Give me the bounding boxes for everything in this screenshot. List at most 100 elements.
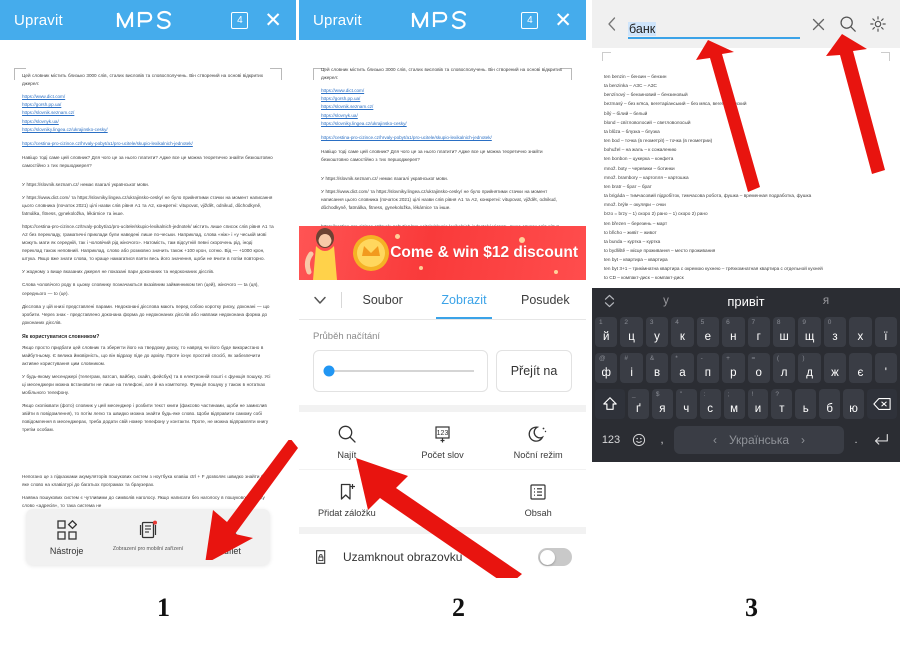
search-input[interactable]: банк xyxy=(628,9,800,39)
space-right-chevron[interactable]: › xyxy=(801,433,805,447)
key-в[interactable]: & в xyxy=(645,353,669,383)
dictionary-document[interactable]: ten benzin – бензин – бензин ta benzinka … xyxy=(592,48,900,288)
promo-banner[interactable]: Come & win $12 discount xyxy=(299,226,586,280)
doc-link[interactable]: https://slovnyk.ua/ xyxy=(22,118,274,126)
action-label: Obsah xyxy=(524,508,552,518)
close-icon-1[interactable]: ✕ xyxy=(264,10,282,31)
expand-suggestions-button[interactable] xyxy=(592,294,626,308)
tab-zobrazit[interactable]: Zobrazit xyxy=(423,280,504,319)
suggestion-3[interactable]: я xyxy=(786,295,866,307)
key-ю[interactable]: ю xyxy=(843,389,865,419)
doc-link[interactable]: https://www.dict.com/ xyxy=(321,87,564,95)
doc-link[interactable]: https://gorsh.pp.ua/ xyxy=(22,101,274,109)
key-ф[interactable]: @ ф xyxy=(594,353,618,383)
shift-key[interactable] xyxy=(594,389,625,419)
key-е[interactable]: 5е xyxy=(696,317,720,347)
key-я[interactable]: $ я xyxy=(651,389,673,419)
toolbar-item-label: Sdílet xyxy=(217,546,241,556)
slider-track xyxy=(323,365,474,377)
key-з[interactable]: 0з xyxy=(823,317,847,347)
key-ц[interactable]: 2ц xyxy=(620,317,643,347)
lock-screen-toggle[interactable] xyxy=(538,548,572,566)
tab-posudek[interactable]: Posudek xyxy=(505,280,586,319)
key-ь[interactable]: ь xyxy=(795,389,817,419)
document-view-1[interactable]: Цей словник містить близько 3000 слів, с… xyxy=(0,40,296,578)
action-obsah[interactable]: Obsah xyxy=(490,481,586,518)
key-ч[interactable]: " ч xyxy=(675,389,697,419)
doc-link[interactable]: https://slovnyk.ua/ xyxy=(321,112,564,120)
key-label: ф xyxy=(601,367,611,379)
key-п[interactable]: -п xyxy=(696,353,720,383)
key-г[interactable]: 7г xyxy=(747,317,770,347)
key-ї[interactable]: ї xyxy=(874,317,898,347)
key-о[interactable]: = о xyxy=(747,353,770,383)
key-ж[interactable]: ж xyxy=(823,353,847,383)
action-pocet-slov[interactable]: 123 Počet slov xyxy=(395,423,491,460)
doc-link[interactable]: https://gorsh.pp.ua/ xyxy=(321,95,564,103)
period-key[interactable]: . xyxy=(848,434,864,446)
space-left-chevron[interactable]: ‹ xyxy=(713,433,717,447)
goto-button[interactable]: Přejít na xyxy=(496,350,572,392)
numbers-key[interactable]: 123 xyxy=(598,434,624,446)
key-б[interactable]: б xyxy=(819,389,841,419)
key-у[interactable]: 3у xyxy=(645,317,669,347)
doc-link[interactable]: https://slovnik.seznam.cz/ xyxy=(321,103,564,111)
tab-count-badge-2[interactable]: 4 xyxy=(521,11,539,29)
enter-key[interactable] xyxy=(868,432,894,448)
toolbar-item-tools[interactable]: Nástroje xyxy=(26,520,107,556)
key-secondary-label: 9 xyxy=(802,319,806,326)
suggestion-1[interactable]: у xyxy=(626,295,706,307)
key-ґ[interactable]: _ ґ xyxy=(627,389,649,419)
key-н[interactable]: 6н xyxy=(722,317,745,347)
comma-key[interactable]: , xyxy=(654,434,670,446)
slider-knob[interactable] xyxy=(323,365,335,377)
doc-link[interactable]: https://cestina-pro-cizince.cz/hrvaly-po… xyxy=(22,140,274,148)
toolbar-item-mobile-view[interactable]: Zobrazení pro mobilní zařízení xyxy=(107,520,188,556)
emoji-key[interactable] xyxy=(628,433,650,447)
back-button[interactable] xyxy=(602,16,622,32)
doc-link[interactable]: https://cestina-pro-cizince.cz/hrvaly-po… xyxy=(321,134,564,142)
key-х[interactable]: х xyxy=(849,317,872,347)
toolbar-item-share[interactable]: Sdílet xyxy=(189,520,270,556)
document-view-2[interactable]: Upravit Цей словник містить близько 3000… xyxy=(299,40,586,269)
key-щ[interactable]: 9щ xyxy=(798,317,821,347)
backspace-key[interactable] xyxy=(867,389,898,419)
doc-link[interactable]: https://slovniky.lingea.cz/ukrajinsko-ce… xyxy=(22,126,274,134)
promo-coin-icon xyxy=(353,235,389,271)
lock-screen-row[interactable]: Uzamknout obrazovku xyxy=(299,534,586,578)
key-т[interactable]: ? т xyxy=(771,389,793,419)
key-є[interactable]: є xyxy=(849,353,872,383)
key-с[interactable]: :с xyxy=(699,389,721,419)
settings-button[interactable] xyxy=(866,15,890,33)
doc-link[interactable]: https://slovniky.lingea.cz/ukrajinsko-ce… xyxy=(321,120,564,128)
key-к[interactable]: 4к xyxy=(671,317,694,347)
key-ш[interactable]: 8ш xyxy=(772,317,796,347)
key-л[interactable]: (л xyxy=(772,353,796,383)
doc-intro-paragraph: Цей словник містить близько 3000 слів, с… xyxy=(22,73,264,87)
key-'[interactable]: ' xyxy=(874,353,898,383)
doc-paragraph: Навіщо тоді саме цей словник? Для чого ц… xyxy=(22,155,273,169)
key-і[interactable]: # і xyxy=(620,353,643,383)
edit-button-2[interactable]: Upravit xyxy=(313,12,362,29)
edit-button-1[interactable]: Upravit xyxy=(14,12,63,29)
key-д[interactable]: ) д xyxy=(798,353,821,383)
doc-link[interactable]: https://www.dict.com/ xyxy=(22,93,274,101)
key-и[interactable]: ! и xyxy=(747,389,769,419)
key-й[interactable]: 1й xyxy=(594,317,618,347)
key-м[interactable]: ; м xyxy=(723,389,745,419)
suggestion-2[interactable]: привіт xyxy=(706,294,786,309)
search-submit-button[interactable] xyxy=(836,15,860,33)
action-nocni-rezim[interactable]: Noční režim xyxy=(490,423,586,460)
action-pridat-zalozku[interactable]: Přidat záložku xyxy=(299,481,395,518)
progress-slider[interactable] xyxy=(313,350,488,392)
clear-search-button[interactable] xyxy=(806,18,830,31)
action-najit[interactable]: Najít xyxy=(299,423,395,460)
key-р[interactable]: + р xyxy=(722,353,745,383)
key-а[interactable]: * а xyxy=(671,353,694,383)
doc-link[interactable]: https://slovnik.seznam.cz/ xyxy=(22,109,274,117)
tab-count-badge-1[interactable]: 4 xyxy=(231,11,249,29)
space-key[interactable]: ‹ Українська › xyxy=(674,426,844,454)
tab-soubor[interactable]: Soubor xyxy=(342,280,423,319)
collapse-ribbon-button[interactable] xyxy=(299,292,341,308)
close-icon-2[interactable]: ✕ xyxy=(554,10,572,31)
